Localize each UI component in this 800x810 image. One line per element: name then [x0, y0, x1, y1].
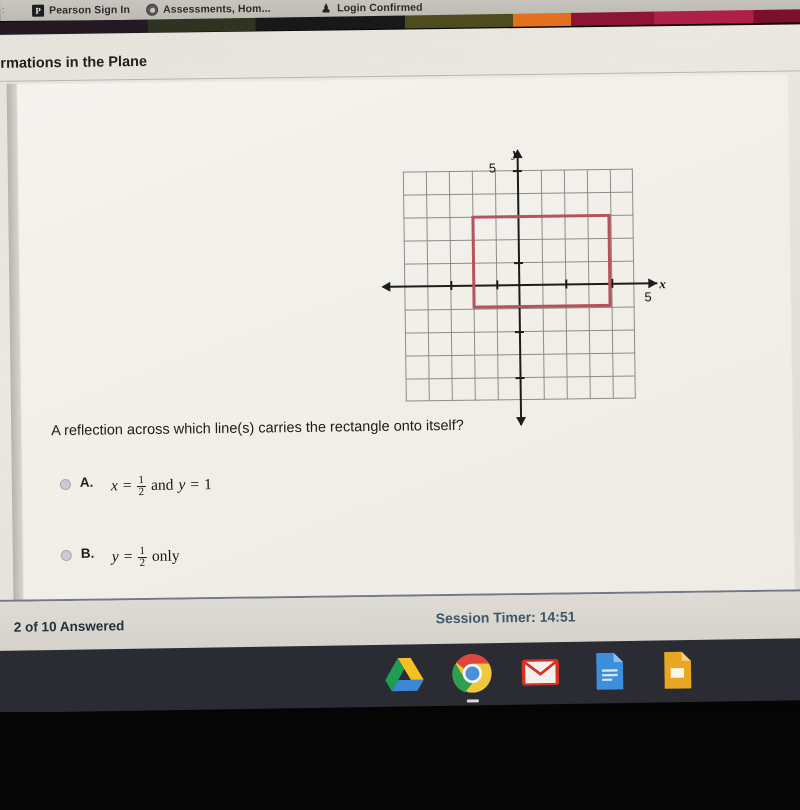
choice-letter-a: A.: [79, 474, 94, 490]
dock-item-google-slides[interactable]: [654, 648, 699, 693]
y-axis-tick-5: [512, 170, 522, 172]
choice-b-variable-1: y: [111, 547, 119, 565]
google-drive-icon: [385, 657, 424, 692]
screen-bezel-bottom: [0, 712, 800, 810]
x-axis-tick: [450, 280, 452, 290]
choice-a-fraction-1: 1 2: [136, 473, 147, 499]
y-axis-arrow-down: [516, 416, 527, 427]
radio-button-a[interactable]: [59, 478, 71, 491]
answer-choice-a[interactable]: A. x = 1 2 and y = 1: [59, 473, 212, 499]
session-timer: Session Timer: 14:51: [435, 608, 576, 627]
fraction-denominator: 2: [136, 485, 147, 499]
google-docs-icon: [596, 652, 624, 690]
google-chrome-icon: [452, 654, 492, 693]
x-axis-tick: [611, 278, 613, 288]
gmail-icon: [521, 659, 560, 686]
choice-a-equals-1: =: [122, 476, 132, 494]
progress-status: 2 of 10 Answered: [13, 618, 125, 635]
choice-a-value-2: 1: [203, 475, 212, 493]
answer-choice-b[interactable]: B. y = 1 2 only: [60, 544, 180, 570]
y-axis-tick-label-5: 5: [488, 160, 497, 176]
x-axis-tick-label-5: 5: [644, 289, 652, 305]
choice-a-expression: x = 1 2 and y = 1: [110, 473, 212, 499]
google-slides-icon: [664, 651, 692, 689]
question-card: y x 5 5 A reflection across which line(s…: [16, 73, 796, 629]
y-axis-label: y: [512, 145, 519, 161]
dock-item-google-drive[interactable]: [382, 652, 427, 697]
dock-item-google-docs[interactable]: [586, 649, 631, 694]
x-axis-label: x: [659, 276, 666, 292]
choice-a-conjunction: and: [150, 476, 174, 494]
x-axis-arrow-right: [648, 278, 658, 289]
y-axis-tick: [515, 377, 525, 379]
choice-b-equals-1: =: [123, 547, 133, 565]
dock-icon-list: [382, 648, 699, 703]
dock-item-gmail[interactable]: [518, 650, 563, 695]
fraction-denominator: 2: [137, 556, 148, 570]
pearson-p-icon: P: [32, 4, 45, 17]
person-icon: ♟: [320, 0, 332, 15]
screenshot-root: : P Pearson Sign In Assessments, Hom... …: [0, 0, 800, 810]
browser-tab-label: Login Confirmed: [337, 1, 423, 14]
fraction-numerator: 1: [138, 473, 145, 487]
choice-a-variable-2: y: [178, 475, 186, 494]
choice-letter-b: B.: [80, 545, 95, 561]
tabstrip-edge-marker: :: [2, 4, 5, 15]
choice-a-variable-1: x: [110, 476, 118, 494]
radio-button-b[interactable]: [60, 549, 72, 562]
browser-tab-assessments[interactable]: Assessments, Hom...: [146, 0, 271, 19]
choice-b-expression: y = 1 2 only: [111, 544, 180, 570]
x-axis-arrow-left: [381, 281, 391, 292]
page-title: rmations in the Plane: [0, 53, 148, 72]
choice-b-fraction-1: 1 2: [137, 544, 148, 570]
browser-tab-label: Assessments, Hom...: [163, 2, 271, 16]
fraction-numerator: 1: [139, 544, 145, 558]
assessment-page: rmations in the Plane y x 5 5 A reflecti…: [0, 24, 800, 655]
dock-item-google-chrome[interactable]: [450, 651, 495, 703]
choice-b-suffix: only: [151, 547, 180, 565]
os-dock: [0, 637, 800, 713]
choice-a-equals-2: =: [190, 475, 200, 493]
dock-running-indicator: [466, 699, 479, 703]
coordinate-plane-graph: y x 5 5: [374, 143, 666, 437]
y-axis-tick: [514, 331, 524, 333]
globe-circle-icon: [146, 3, 159, 16]
browser-tab-pearson-sign-in[interactable]: P Pearson Sign In: [32, 0, 130, 20]
browser-tab-label: Pearson Sign In: [49, 3, 130, 17]
graph-grid: [381, 149, 658, 427]
rectangle-figure: [471, 213, 612, 309]
